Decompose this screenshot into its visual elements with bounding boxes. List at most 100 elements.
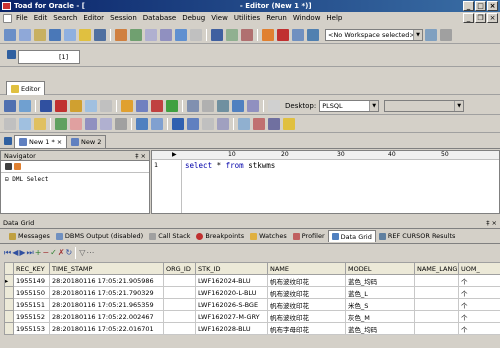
column-header[interactable]: ORG_ID [163,262,196,275]
paste-icon[interactable] [34,117,46,130]
menu-editor[interactable]: Editor [80,14,107,22]
table-cell[interactable] [414,286,459,299]
delete-record-icon[interactable]: − [42,248,49,257]
table-cell[interactable]: 个 [458,298,500,311]
minimize-button[interactable]: _ [463,1,474,11]
session-browser-icon[interactable] [49,28,61,41]
macro-icon[interactable] [268,117,280,130]
import-icon[interactable] [130,28,142,41]
menu-window[interactable]: Window [290,14,324,22]
table-cell[interactable]: 蓝色_均码 [345,322,415,335]
grid-icon[interactable] [226,28,238,41]
tab-call-stack[interactable]: Call Stack [146,230,193,242]
close-tab-icon[interactable]: × [57,138,62,146]
doc-tab-new1[interactable]: New 1 * × [14,135,68,148]
doc-tab-new2[interactable]: New 2 [66,135,107,148]
history-icon[interactable] [202,99,214,112]
database-browser-icon[interactable] [64,28,76,41]
table-cell[interactable]: LWF162020-L-BLU [195,286,268,299]
table-cell[interactable]: 28:20180116 17:05:22.016701 [49,322,164,335]
layout-icon[interactable] [268,99,280,112]
table-row[interactable]: 1955153 28:20180116 17:05:22.016701 LWF1… [4,322,500,335]
doc-minimize-button[interactable]: _ [463,13,474,23]
column-header[interactable]: TIME_STAMP [49,262,164,275]
find-icon[interactable] [79,28,91,41]
schema-browser-icon[interactable] [19,28,31,41]
uncomment-icon[interactable] [100,117,112,130]
menu-rerun[interactable]: Rerun [263,14,290,22]
table-cell[interactable] [414,310,459,323]
table-row[interactable]: 1955151 28:20180116 17:05:21.965359 LWF1… [4,298,500,311]
explain-plan-icon[interactable] [121,99,133,112]
tab-ref-cursor[interactable]: REF CURSOR Results [376,230,459,242]
table-cell[interactable]: 1955153 [13,322,50,335]
navigator-filter-icon[interactable] [5,163,12,170]
open-file-icon[interactable] [70,99,82,112]
tab-dbms-output[interactable]: DBMS Output (disabled) [53,230,146,242]
table-cell[interactable]: 个 [458,322,500,335]
rollback-icon[interactable] [277,28,289,41]
column-header[interactable]: NAME [267,262,346,275]
schema-select[interactable]: ▼ [384,99,465,112]
table-cell[interactable]: 帆布字母印花 [267,322,346,335]
menu-search[interactable]: Search [50,14,80,22]
toggle-icon[interactable] [232,99,244,112]
editor-tab[interactable]: Editor [6,81,46,95]
redo-icon[interactable] [151,117,163,130]
column-header[interactable]: MODEL [345,262,415,275]
grid-options-icon[interactable]: ⋯ [86,248,94,257]
execute-icon[interactable] [4,99,16,112]
sql-editor[interactable]: ▶ 10 20 30 40 50 1 select * from stkwms [151,150,500,214]
table-cell[interactable]: 1955151 [13,298,50,311]
print-icon[interactable] [100,99,112,112]
tab-watches[interactable]: Watches [247,230,290,242]
connection-tab[interactable]: [1] [18,50,80,64]
refresh-icon[interactable]: ↻ [66,248,73,257]
table-cell[interactable]: 28:20180116 17:05:21.905986 [49,274,164,287]
table-row[interactable]: ▸ 1955149 28:20180116 17:05:21.905986 LW… [4,274,500,287]
cut-icon[interactable] [4,117,16,130]
toolbar-options-icon[interactable] [440,28,452,41]
tools-icon[interactable] [241,28,253,41]
table-cell[interactable] [163,286,196,299]
table-cell[interactable] [163,322,196,335]
execute-script-icon[interactable] [19,99,31,112]
table-cell[interactable]: 灰色_M [345,310,415,323]
workspace-settings-icon[interactable] [425,28,437,41]
abc-icon[interactable] [187,117,199,130]
compare-icon[interactable] [145,28,157,41]
next-icon[interactable] [238,117,250,130]
post-edit-icon[interactable]: ✓ [50,248,57,257]
debug-icon[interactable] [151,99,163,112]
table-cell[interactable]: LWF162027-M-GRY [195,310,268,323]
table-cell[interactable]: LWF162026-S-BGE [195,298,268,311]
menu-view[interactable]: View [208,14,231,22]
table-cell[interactable] [414,322,459,335]
new-tab-icon[interactable] [40,99,52,112]
outline-icon[interactable] [247,99,259,112]
table-cell[interactable]: 蓝色_均码 [345,274,415,287]
navigator-item[interactable]: DML Select [12,176,48,183]
table-cell[interactable]: 1955150 [13,286,50,299]
indent-icon[interactable] [55,117,67,130]
cancel-edit-icon[interactable]: ✗ [58,248,65,257]
table-cell[interactable]: 帆布波纹印花 [267,286,346,299]
undo-icon[interactable] [136,117,148,130]
options-icon[interactable] [190,28,202,41]
table-cell[interactable]: 帆布波纹印花 [267,274,346,287]
menu-edit[interactable]: Edit [31,14,51,22]
code-insight-icon[interactable] [187,99,199,112]
report-icon[interactable] [160,28,172,41]
doc-restore-button[interactable]: ❐ [475,13,486,23]
menu-utilities[interactable]: Utilities [231,14,263,22]
project-manager-icon[interactable] [34,28,46,41]
table-cell[interactable] [414,274,459,287]
table-cell[interactable]: 个 [458,286,500,299]
table-cell[interactable]: 28:20180116 17:05:21.790329 [49,286,164,299]
close-button[interactable]: × [487,1,498,11]
table-row[interactable]: 1955150 28:20180116 17:05:21.790329 LWF1… [4,286,500,299]
workspace-select[interactable]: <No Workspace selected> ▼ [325,28,423,41]
table-cell[interactable] [163,310,196,323]
spell-check-icon[interactable] [172,117,184,130]
export-icon[interactable] [115,28,127,41]
